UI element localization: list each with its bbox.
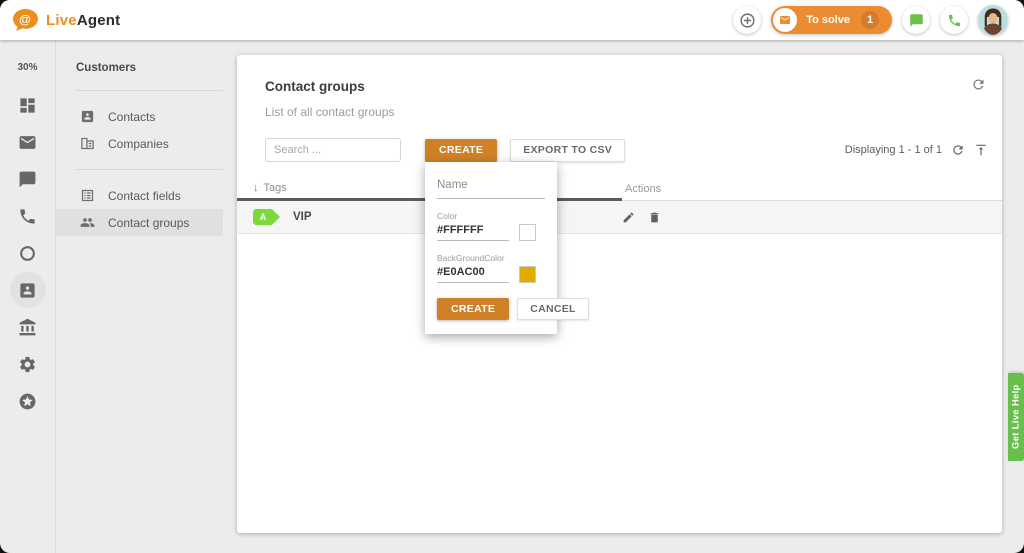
main-panel: Contact groups List of all contact group… [237, 40, 1024, 553]
rail-item-calls[interactable] [10, 198, 46, 234]
create-group-popup: Color BackGroundColor [425, 162, 557, 334]
rail-item-chats[interactable] [10, 161, 46, 197]
rail-item-customers[interactable] [10, 272, 46, 308]
sidebar-group: Contact fields Contact groups [76, 182, 223, 236]
divider [76, 169, 223, 170]
card-header: Contact groups List of all contact group… [237, 55, 1002, 119]
app-window: @ LiveAgent To solve 1 [0, 0, 1024, 553]
content-area: 30% [0, 40, 1024, 553]
divider [76, 90, 223, 91]
export-top-icon[interactable] [974, 143, 988, 157]
toolbar-right: Displaying 1 - 1 of 1 [845, 143, 988, 157]
refresh-icon [971, 77, 986, 92]
contact-groups-table: ↓ Tags Actions A VIP [237, 177, 1002, 234]
name-input[interactable] [437, 179, 545, 199]
table-header: ↓ Tags Actions [237, 177, 1002, 201]
toolbar: CREATE EXPORT TO CSV Displaying 1 - 1 of… [237, 138, 1002, 162]
actions-cell [622, 211, 1002, 224]
user-avatar[interactable] [978, 5, 1008, 35]
contacts-icon [18, 281, 37, 300]
tag-name: VIP [293, 211, 312, 223]
color-field: Color [437, 211, 545, 241]
fields-icon [80, 188, 95, 203]
background-color-label: BackGroundColor [437, 253, 545, 263]
refresh-icon[interactable] [951, 143, 965, 157]
color-label: Color [437, 211, 545, 221]
delete-trash-icon[interactable] [648, 211, 661, 224]
sidebar-item-contacts[interactable]: Contacts [56, 103, 223, 130]
displaying-count: Displaying 1 - 1 of 1 [845, 144, 942, 156]
get-live-help-button[interactable]: Get Live Help [1008, 373, 1024, 461]
sidebar-item-label: Contact groups [108, 216, 189, 230]
page-subtitle: List of all contact groups [265, 105, 972, 119]
sort-desc-icon: ↓ [253, 182, 259, 194]
phone-icon [947, 13, 962, 28]
calls-button[interactable] [940, 6, 968, 34]
mail-icon [18, 133, 37, 152]
add-button[interactable] [733, 6, 761, 34]
background-color-input[interactable] [437, 266, 509, 283]
sidebar-item-contact-groups[interactable]: Contact groups [56, 209, 223, 236]
export-csv-button[interactable]: EXPORT TO CSV [510, 139, 625, 162]
background-color-field: BackGroundColor [437, 253, 545, 283]
to-solve-count-badge: 1 [861, 11, 879, 29]
customers-sidebar: Customers Contacts Companies Contact fie… [56, 40, 237, 553]
popup-create-button[interactable]: CREATE [437, 298, 509, 320]
chats-button[interactable] [902, 6, 930, 34]
plus-circle-icon [739, 12, 756, 29]
page-title: Contact groups [265, 79, 972, 94]
nav-rail: 30% [0, 40, 56, 553]
sidebar-item-label: Contacts [108, 110, 155, 124]
ring-icon [18, 244, 37, 263]
chat-icon [909, 13, 924, 28]
edit-pencil-icon[interactable] [622, 211, 635, 224]
to-solve-button[interactable]: To solve 1 [771, 6, 892, 34]
people-icon [80, 215, 95, 230]
logo-bubble-icon: @ [12, 8, 39, 32]
liveagent-logo[interactable]: @ LiveAgent [12, 8, 120, 32]
svg-text:@: @ [19, 13, 31, 27]
phone-icon [18, 207, 37, 226]
avatar-image [978, 5, 1008, 35]
table-row[interactable]: A VIP [237, 201, 1002, 234]
sidebar-item-label: Contact fields [108, 189, 181, 203]
bank-icon [18, 318, 37, 337]
topbar-actions: To solve 1 [733, 5, 1008, 35]
sidebar-title: Customers [76, 62, 223, 74]
popup-buttons: CREATE CANCEL [437, 298, 545, 320]
star-circle-icon [18, 392, 37, 411]
rail-item-sla[interactable] [10, 235, 46, 271]
sidebar-item-contact-fields[interactable]: Contact fields [56, 182, 223, 209]
gear-icon [18, 355, 37, 374]
envelope-icon [779, 14, 791, 26]
rail-item-settings[interactable] [10, 346, 46, 382]
search-input[interactable] [265, 138, 401, 162]
rail-item-dashboard[interactable] [10, 87, 46, 123]
card-refresh-button[interactable] [971, 77, 986, 97]
color-input[interactable] [437, 224, 509, 241]
rail-item-billing[interactable] [10, 309, 46, 345]
color-swatch[interactable] [519, 224, 536, 241]
sidebar-group: Contacts Companies [76, 103, 223, 157]
popup-cancel-button[interactable]: CANCEL [517, 298, 589, 320]
dashboard-icon [18, 96, 37, 115]
to-solve-label: To solve [806, 14, 850, 26]
sidebar-item-companies[interactable]: Companies [56, 130, 223, 157]
usage-indicator: 30% [17, 62, 37, 73]
create-button[interactable]: CREATE [425, 139, 497, 162]
chat-bubble-icon [18, 170, 37, 189]
background-color-swatch[interactable] [519, 266, 536, 283]
top-bar: @ LiveAgent To solve 1 [0, 0, 1024, 40]
logo-text: LiveAgent [46, 12, 120, 29]
column-label: Tags [264, 182, 287, 194]
column-header-actions: Actions [622, 177, 1002, 201]
tag-badge: A [253, 209, 280, 225]
contact-groups-card: Contact groups List of all contact group… [237, 55, 1002, 533]
contact-card-icon [80, 109, 95, 124]
rail-item-tickets[interactable] [10, 124, 46, 160]
rail-item-upgrade[interactable] [10, 383, 46, 419]
building-icon [80, 136, 95, 151]
sidebar-item-label: Companies [108, 137, 169, 151]
column-label: Actions [625, 183, 661, 195]
